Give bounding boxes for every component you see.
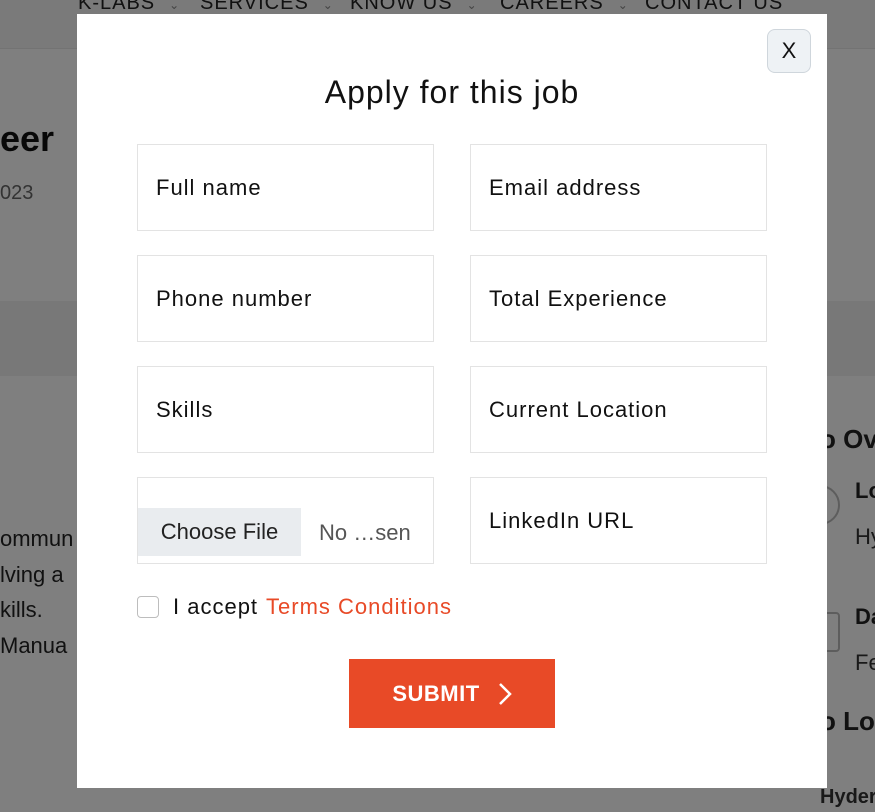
- terms-text: I accept: [173, 594, 259, 619]
- modal-title: Apply for this job: [324, 74, 580, 110]
- email-field: [470, 144, 767, 231]
- close-button[interactable]: X: [767, 29, 811, 73]
- experience-field: [470, 255, 767, 342]
- phone-field: [137, 255, 434, 342]
- resume-file-field: Choose File No …sen: [137, 477, 434, 564]
- full-name-field: [137, 144, 434, 231]
- skills-field: [137, 366, 434, 453]
- location-field: [470, 366, 767, 453]
- submit-label: SUBMIT: [392, 680, 480, 706]
- submit-button[interactable]: SUBMIT: [349, 659, 555, 728]
- full-name-input[interactable]: [138, 145, 433, 230]
- terms-link[interactable]: Terms Conditions: [266, 594, 452, 620]
- linkedin-input[interactable]: [471, 478, 766, 563]
- file-status: No …sen: [319, 520, 411, 545]
- terms-checkbox[interactable]: [137, 596, 159, 618]
- apply-job-modal: X Apply for this job Choose File No …sen…: [77, 14, 827, 788]
- choose-file-button[interactable]: Choose File: [138, 508, 301, 556]
- experience-input[interactable]: [471, 256, 766, 341]
- chevron-right-icon: [498, 682, 512, 705]
- linkedin-field: [470, 477, 767, 564]
- terms-row: I accept Terms Conditions: [137, 593, 452, 621]
- email-input[interactable]: [471, 145, 766, 230]
- phone-input[interactable]: [138, 256, 433, 341]
- location-input[interactable]: [471, 367, 766, 452]
- skills-input[interactable]: [138, 367, 433, 452]
